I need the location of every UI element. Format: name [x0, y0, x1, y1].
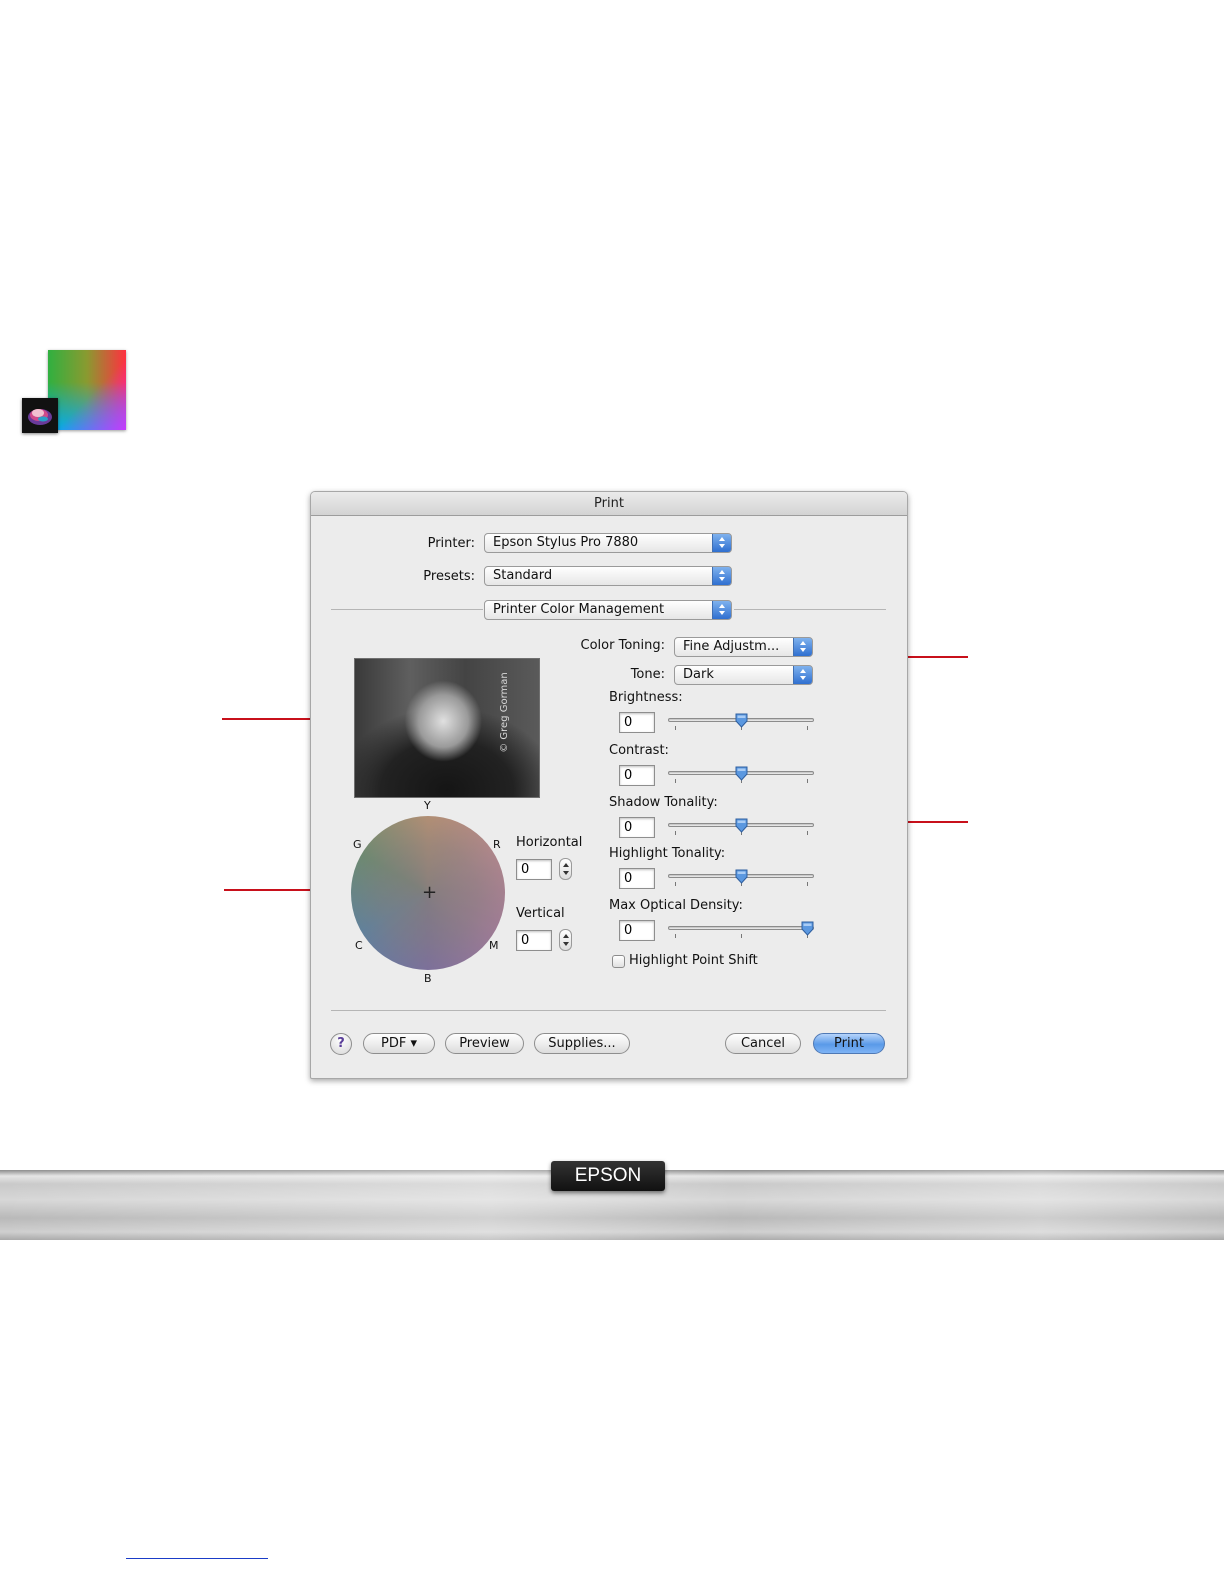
slider-tick	[675, 882, 676, 886]
presets-popup[interactable]: Standard	[484, 566, 732, 586]
slider-label: Brightness:	[609, 690, 683, 705]
presets-label: Presets:	[423, 569, 475, 584]
tone-value: Dark	[683, 667, 714, 682]
preview-button[interactable]: Preview	[445, 1033, 524, 1054]
wheel-label-b: B	[424, 972, 432, 985]
slider-label: Max Optical Density:	[609, 898, 743, 913]
slider-tick	[675, 726, 676, 730]
slider-value-field[interactable]: 0	[619, 868, 655, 889]
slider-track[interactable]	[668, 926, 814, 930]
slider-tick	[675, 831, 676, 835]
slider-value-field[interactable]: 0	[619, 817, 655, 838]
slider-tick	[807, 726, 808, 730]
printer-popup[interactable]: Epson Stylus Pro 7880	[484, 533, 732, 553]
presets-value: Standard	[493, 568, 553, 583]
pdf-button[interactable]: PDF ▾	[363, 1033, 435, 1054]
horizontal-field[interactable]: 0	[516, 859, 552, 880]
panel-separator-right	[734, 609, 886, 610]
panel-value: Printer Color Management	[493, 602, 665, 617]
wheel-label-r: R	[493, 838, 501, 851]
slider-tick	[807, 882, 808, 886]
slider-thumb[interactable]	[801, 921, 814, 936]
popup-arrows-icon	[793, 638, 812, 656]
horizontal-stepper[interactable]	[559, 858, 572, 880]
tone-popup[interactable]: Dark	[674, 665, 813, 685]
slider-tick	[807, 779, 808, 783]
popup-arrows-icon	[712, 567, 731, 585]
footer-rule	[126, 1558, 268, 1559]
color-gradient-logo	[48, 350, 126, 430]
slider-tick	[741, 934, 742, 938]
slider-thumb[interactable]	[735, 818, 748, 833]
epson-logo: EPSON	[551, 1161, 665, 1191]
wheel-label-m: M	[489, 939, 499, 952]
printer-value: Epson Stylus Pro 7880	[493, 535, 639, 550]
print-dialog: Print Printer: Epson Stylus Pro 7880 Pre…	[310, 491, 908, 1079]
highlight-point-shift-checkbox[interactable]	[612, 955, 625, 968]
popup-arrows-icon	[712, 601, 731, 619]
panel-separator-left	[331, 609, 483, 610]
cancel-button[interactable]: Cancel	[725, 1033, 801, 1054]
vertical-field[interactable]: 0	[516, 930, 552, 951]
wheel-label-g: G	[353, 838, 362, 851]
dialog-title: Print	[311, 492, 907, 516]
wheel-label-y: Y	[424, 799, 431, 812]
wheel-label-c: C	[355, 939, 363, 952]
help-button[interactable]: ?	[330, 1033, 352, 1055]
slider-label: Highlight Tonality:	[609, 846, 726, 861]
highlight-point-shift-label: Highlight Point Shift	[629, 953, 758, 968]
color-toning-label: Color Toning:	[580, 638, 665, 653]
slider-tick	[675, 934, 676, 938]
printer-label: Printer:	[427, 536, 475, 551]
photo-credit: © Greg Gorman	[499, 672, 511, 753]
preview-photo: © Greg Gorman	[354, 658, 540, 798]
color-toning-value: Fine Adjustm...	[683, 639, 780, 654]
color-swirl-icon	[22, 398, 58, 433]
slider-value-field[interactable]: 0	[619, 920, 655, 941]
color-toning-popup[interactable]: Fine Adjustm...	[674, 637, 813, 657]
vertical-label: Vertical	[516, 906, 565, 921]
slider-tick	[807, 831, 808, 835]
vertical-stepper[interactable]	[559, 929, 572, 951]
print-button[interactable]: Print	[813, 1033, 885, 1054]
slider-thumb[interactable]	[735, 713, 748, 728]
slider-value-field[interactable]: 0	[619, 712, 655, 733]
wheel-center-crosshair[interactable]: +	[422, 884, 437, 902]
slider-tick	[675, 779, 676, 783]
slider-thumb[interactable]	[735, 766, 748, 781]
slider-label: Shadow Tonality:	[609, 795, 718, 810]
tone-label: Tone:	[630, 667, 665, 682]
popup-arrows-icon	[712, 534, 731, 552]
bottom-separator	[331, 1010, 886, 1011]
horizontal-label: Horizontal	[516, 835, 583, 850]
supplies-button[interactable]: Supplies...	[534, 1033, 630, 1054]
slider-thumb[interactable]	[735, 869, 748, 884]
panel-popup[interactable]: Printer Color Management	[484, 600, 732, 620]
popup-arrows-icon	[793, 666, 812, 684]
slider-value-field[interactable]: 0	[619, 765, 655, 786]
slider-label: Contrast:	[609, 743, 669, 758]
